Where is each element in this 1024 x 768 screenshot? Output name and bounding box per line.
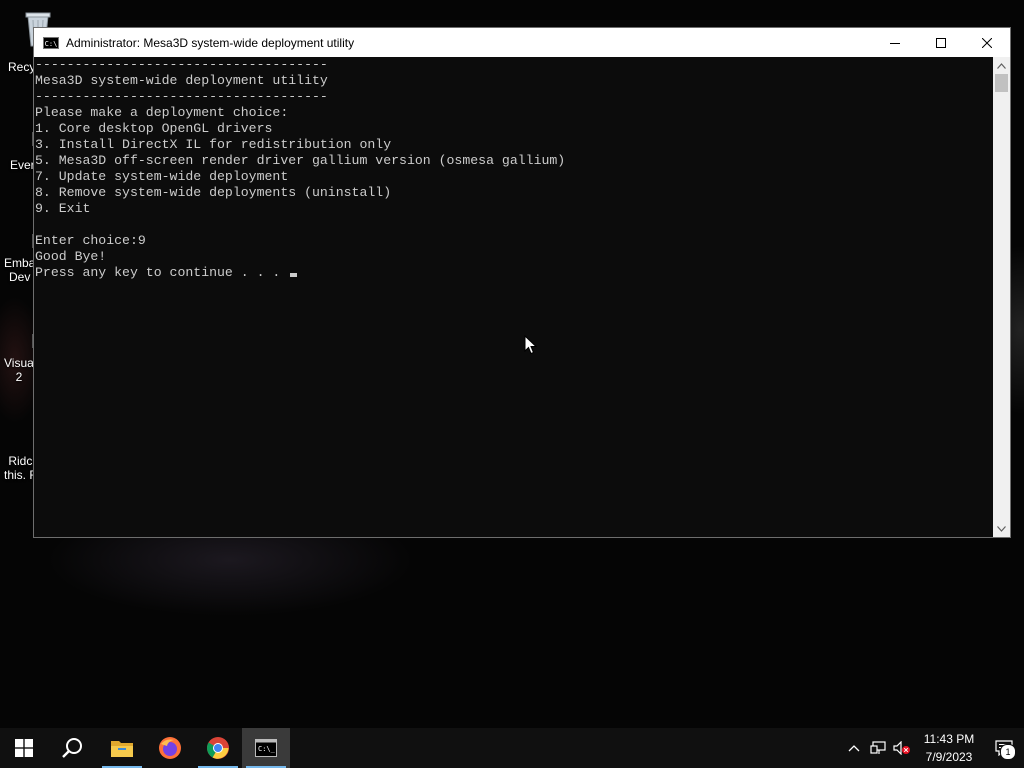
console-line: ------------------------------------- <box>35 89 328 104</box>
maximize-button[interactable] <box>918 28 964 57</box>
console-line: 8. Remove system-wide deployments (unins… <box>35 185 392 200</box>
volume-muted-icon <box>893 741 910 755</box>
console-line: 7. Update system-wide deployment <box>35 169 289 184</box>
firefox-icon <box>159 737 181 759</box>
console-line: 1. Core desktop OpenGL drivers <box>35 121 273 136</box>
start-button[interactable] <box>0 728 48 768</box>
chrome-icon <box>207 737 229 759</box>
desktop-icon-label: Ridc this. F <box>4 454 37 482</box>
firefox-button[interactable] <box>146 728 194 768</box>
cmd-icon: C:\ <box>43 36 59 49</box>
maximize-icon <box>936 37 946 48</box>
search-button[interactable] <box>48 728 96 768</box>
console-line: 9. Exit <box>35 201 91 216</box>
console-line: 3. Install DirectX IL for redistribution… <box>35 137 392 152</box>
notification-count-badge: 1 <box>1000 744 1016 760</box>
console-line: 5. Mesa3D off-screen render driver galli… <box>35 153 566 168</box>
text-cursor <box>290 273 298 277</box>
svg-text:C:\_: C:\_ <box>258 745 276 753</box>
minimize-icon <box>890 42 900 44</box>
console-output[interactable]: ------------------------------------- Me… <box>34 57 994 537</box>
clock[interactable]: 11:43 PM 7/9/2023 <box>914 730 984 766</box>
taskbar: C:\_ 11:43 PM 7/9/2023 1 <box>0 728 1024 768</box>
scroll-up-button[interactable] <box>993 57 1010 74</box>
scroll-down-button[interactable] <box>993 520 1010 537</box>
cmd-icon: C:\_ <box>255 739 277 757</box>
clock-date: 7/9/2023 <box>925 750 973 764</box>
console-line: Press any key to continue . . . <box>35 265 289 280</box>
network-button[interactable] <box>866 728 890 768</box>
file-explorer-button[interactable] <box>98 728 146 768</box>
scroll-thumb[interactable] <box>995 74 1008 92</box>
console-prompt-line: Press any key to continue . . . <box>34 265 994 281</box>
window-title: Administrator: Mesa3D system-wide deploy… <box>66 35 355 50</box>
action-center-button[interactable]: 1 <box>984 728 1024 768</box>
console-line: Mesa3D system-wide deployment utility <box>35 73 328 88</box>
vertical-scrollbar[interactable] <box>993 57 1010 537</box>
console-line: Enter choice:9 <box>35 233 146 248</box>
title-bar[interactable]: C:\ Administrator: Mesa3D system-wide de… <box>34 28 1010 57</box>
console-line: ------------------------------------- <box>35 57 328 72</box>
close-button[interactable] <box>964 28 1010 57</box>
chevron-up-icon <box>848 745 860 752</box>
close-icon <box>982 37 992 48</box>
volume-button[interactable] <box>890 728 914 768</box>
console-line: Good Bye! <box>35 249 107 264</box>
clock-time: 11:43 PM <box>923 732 975 746</box>
desktop-icon-label: Ever <box>10 158 35 172</box>
search-icon <box>62 738 82 758</box>
desktop-icon-label: Visua 2 <box>4 356 34 384</box>
desktop-icon-label: Emba Dev <box>4 256 36 284</box>
chrome-button[interactable] <box>194 728 242 768</box>
chevron-up-icon <box>997 62 1006 69</box>
chevron-down-icon <box>997 525 1006 532</box>
windows-logo-icon <box>15 739 33 757</box>
window-controls <box>872 28 1010 57</box>
folder-icon <box>111 741 133 757</box>
desktop-icon-label: Recy <box>8 60 36 74</box>
system-tray: 11:43 PM 7/9/2023 1 <box>842 728 1024 768</box>
mouse-pointer-icon <box>524 334 538 360</box>
cmd-button[interactable]: C:\_ <box>242 728 290 768</box>
minimize-button[interactable] <box>872 28 918 57</box>
console-window[interactable]: C:\ Administrator: Mesa3D system-wide de… <box>33 27 1011 538</box>
console-line: Please make a deployment choice: <box>35 105 289 120</box>
show-hidden-icons-button[interactable] <box>842 728 866 768</box>
network-icon <box>870 741 886 754</box>
